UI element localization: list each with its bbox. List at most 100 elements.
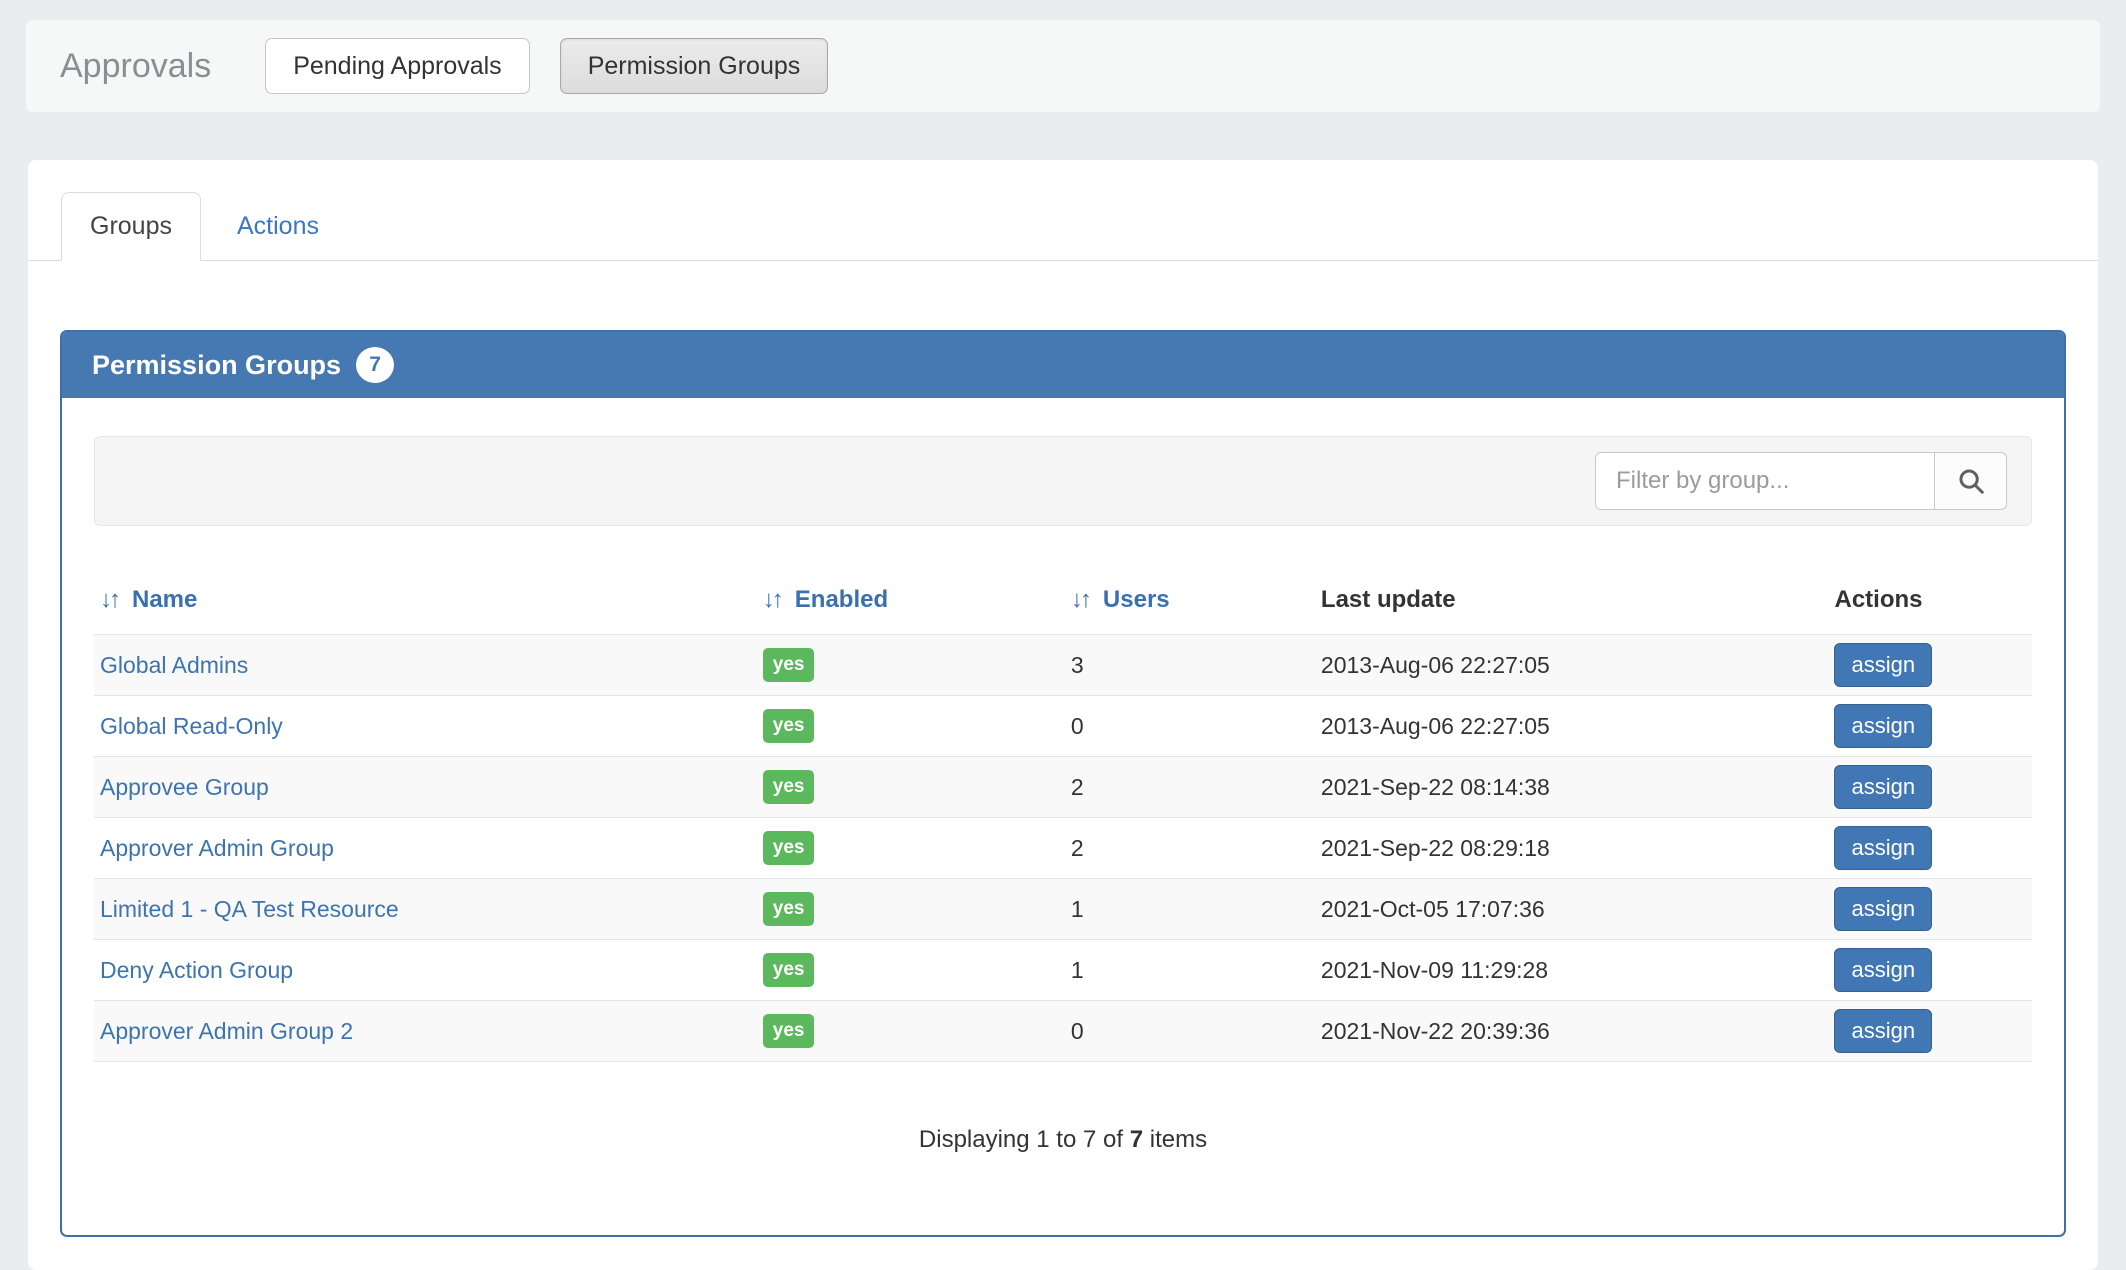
table-row: Limited 1 - QA Test Resource yes 1 2021-… xyxy=(94,879,2032,940)
name-cell: Approver Admin Group 2 xyxy=(94,1001,757,1062)
enabled-cell: yes xyxy=(757,818,1065,879)
group-name-link[interactable]: Global Admins xyxy=(100,652,248,678)
permission-groups-button[interactable]: Permission Groups xyxy=(560,38,829,94)
actions-cell: assign xyxy=(1828,757,2032,818)
group-name-link[interactable]: Global Read-Only xyxy=(100,713,283,739)
users-cell: 2 xyxy=(1065,757,1315,818)
column-label: Last update xyxy=(1321,586,1456,613)
table-row: Approvee Group yes 2 2021-Sep-22 08:14:3… xyxy=(94,757,2032,818)
actions-cell: assign xyxy=(1828,696,2032,757)
enabled-cell: yes xyxy=(757,635,1065,696)
users-count: 2 xyxy=(1071,774,1084,800)
search-button[interactable] xyxy=(1935,452,2007,510)
assign-button[interactable]: assign xyxy=(1834,826,1932,870)
groups-table: ↓↑Name ↓↑Enabled ↓↑Users Last update Act… xyxy=(94,576,2032,1062)
users-cell: 0 xyxy=(1065,696,1315,757)
table-row: Approver Admin Group yes 2 2021-Sep-22 0… xyxy=(94,818,2032,879)
count-badge: 7 xyxy=(356,347,394,383)
users-count: 1 xyxy=(1071,957,1084,983)
panel-body: ↓↑Name ↓↑Enabled ↓↑Users Last update Act… xyxy=(62,398,2064,1154)
enabled-cell: yes xyxy=(757,757,1065,818)
users-count: 0 xyxy=(1071,713,1084,739)
assign-button[interactable]: assign xyxy=(1834,948,1932,992)
assign-button[interactable]: assign xyxy=(1834,765,1932,809)
name-cell: Deny Action Group xyxy=(94,940,757,1001)
actions-cell: assign xyxy=(1828,879,2032,940)
users-cell: 1 xyxy=(1065,879,1315,940)
main-panel: Groups Actions Permission Groups 7 xyxy=(28,160,2098,1270)
approvals-header-bar: Approvals Pending Approvals Permission G… xyxy=(26,20,2100,112)
group-name-link[interactable]: Approver Admin Group 2 xyxy=(100,1018,353,1044)
last-update: 2021-Sep-22 08:14:38 xyxy=(1321,774,1550,800)
last-update-cell: 2021-Sep-22 08:29:18 xyxy=(1315,818,1829,879)
last-update-cell: 2021-Oct-05 17:07:36 xyxy=(1315,879,1829,940)
panel-title: Permission Groups xyxy=(92,350,341,381)
summary-suffix: items xyxy=(1143,1126,1207,1153)
users-count: 2 xyxy=(1071,835,1084,861)
users-count: 3 xyxy=(1071,652,1084,678)
enabled-badge: yes xyxy=(763,1014,815,1048)
pagination-summary: Displaying 1 to 7 of 7 items xyxy=(94,1126,2032,1154)
last-update-cell: 2013-Aug-06 22:27:05 xyxy=(1315,696,1829,757)
last-update-cell: 2021-Nov-09 11:29:28 xyxy=(1315,940,1829,1001)
assign-button[interactable]: assign xyxy=(1834,643,1932,687)
group-name-link[interactable]: Approver Admin Group xyxy=(100,835,334,861)
panel-header: Permission Groups 7 xyxy=(62,332,2064,398)
users-count: 0 xyxy=(1071,1018,1084,1044)
summary-total: 7 xyxy=(1130,1126,1143,1153)
sort-icon: ↓↑ xyxy=(1071,586,1089,613)
table-row: Approver Admin Group 2 yes 0 2021-Nov-22… xyxy=(94,1001,2032,1062)
group-name-link[interactable]: Approvee Group xyxy=(100,774,269,800)
last-update: 2013-Aug-06 22:27:05 xyxy=(1321,652,1550,678)
table-row: Deny Action Group yes 1 2021-Nov-09 11:2… xyxy=(94,940,2032,1001)
filter-input[interactable] xyxy=(1595,452,1935,510)
actions-cell: assign xyxy=(1828,1001,2032,1062)
actions-cell: assign xyxy=(1828,940,2032,1001)
column-label: Actions xyxy=(1834,586,1922,613)
enabled-cell: yes xyxy=(757,696,1065,757)
name-cell: Global Admins xyxy=(94,635,757,696)
enabled-cell: yes xyxy=(757,1001,1065,1062)
sort-icon: ↓↑ xyxy=(763,586,781,613)
enabled-badge: yes xyxy=(763,953,815,987)
last-update: 2021-Sep-22 08:29:18 xyxy=(1321,835,1550,861)
group-name-link[interactable]: Limited 1 - QA Test Resource xyxy=(100,896,399,922)
table-row: Global Admins yes 3 2013-Aug-06 22:27:05… xyxy=(94,635,2032,696)
column-header-enabled[interactable]: ↓↑Enabled xyxy=(757,576,1065,635)
column-label: Name xyxy=(132,586,197,613)
users-cell: 1 xyxy=(1065,940,1315,1001)
last-update-cell: 2021-Nov-22 20:39:36 xyxy=(1315,1001,1829,1062)
page-title: Approvals xyxy=(60,47,211,86)
tab-groups[interactable]: Groups xyxy=(61,192,201,261)
summary-prefix: Displaying 1 to 7 of xyxy=(919,1126,1130,1153)
assign-button[interactable]: assign xyxy=(1834,704,1932,748)
column-header-last-update: Last update xyxy=(1315,576,1829,635)
enabled-badge: yes xyxy=(763,648,815,682)
tab-actions[interactable]: Actions xyxy=(209,193,347,260)
permission-groups-panel: Permission Groups 7 xyxy=(60,330,2066,1237)
filter-input-group xyxy=(1595,452,2007,510)
tab-bar: Groups Actions xyxy=(28,160,2098,261)
pending-approvals-button[interactable]: Pending Approvals xyxy=(265,38,529,94)
enabled-badge: yes xyxy=(763,892,815,926)
enabled-cell: yes xyxy=(757,879,1065,940)
actions-cell: assign xyxy=(1828,818,2032,879)
enabled-cell: yes xyxy=(757,940,1065,1001)
assign-button[interactable]: assign xyxy=(1834,887,1932,931)
last-update: 2021-Oct-05 17:07:36 xyxy=(1321,896,1545,922)
users-cell: 0 xyxy=(1065,1001,1315,1062)
column-label: Users xyxy=(1103,586,1170,613)
users-cell: 3 xyxy=(1065,635,1315,696)
column-header-name[interactable]: ↓↑Name xyxy=(94,576,757,635)
filter-toolbar xyxy=(94,436,2032,526)
last-update-cell: 2021-Sep-22 08:14:38 xyxy=(1315,757,1829,818)
assign-button[interactable]: assign xyxy=(1834,1009,1932,1053)
name-cell: Approver Admin Group xyxy=(94,818,757,879)
name-cell: Approvee Group xyxy=(94,757,757,818)
actions-cell: assign xyxy=(1828,635,2032,696)
column-header-users[interactable]: ↓↑ Users xyxy=(1065,576,1315,635)
name-cell: Limited 1 - QA Test Resource xyxy=(94,879,757,940)
table-body: Global Admins yes 3 2013-Aug-06 22:27:05… xyxy=(94,635,2032,1062)
last-update: 2021-Nov-22 20:39:36 xyxy=(1321,1018,1550,1044)
group-name-link[interactable]: Deny Action Group xyxy=(100,957,293,983)
